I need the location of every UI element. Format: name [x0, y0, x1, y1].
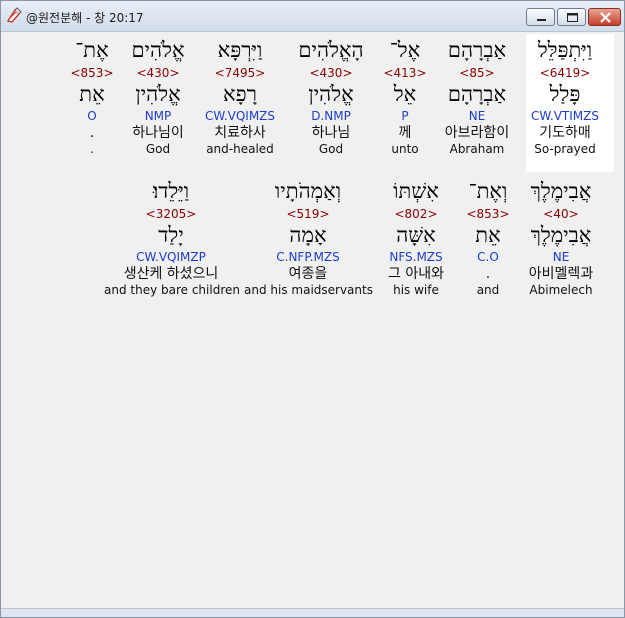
english-gloss: and they bare children: [104, 283, 240, 297]
korean-gloss: .: [485, 266, 491, 282]
morphology: P: [401, 109, 409, 123]
english-gloss: his wife: [393, 283, 439, 297]
hebrew-word: וַיֵּלֵדוּ׃: [152, 179, 190, 203]
english-gloss: and his maidservants: [244, 283, 373, 297]
hebrew-word: אַבְרָהָם: [447, 38, 507, 62]
strong-number[interactable]: <802>: [376, 206, 456, 222]
korean-gloss: 아브라함이: [444, 125, 510, 141]
word-column[interactable]: אֶל־ <413> אֵל P 께 unto: [380, 38, 430, 157]
lemma: אֵת: [79, 82, 105, 106]
word-column[interactable]: אִשְׁתּוֹ <802> אִשָּׁה NFS.MZS 그 아내와 hi…: [376, 179, 456, 298]
lemma: פָּלַל: [549, 82, 581, 106]
close-icon: [600, 12, 611, 23]
word-column[interactable]: וְאַמְהֹתָיו <519> אָמָה C.NFP.MZS 여종을 a…: [244, 179, 373, 298]
morphology: CW.VQIMZS: [204, 109, 276, 123]
lemma: אֵל: [393, 82, 417, 106]
morphology: NE: [552, 250, 570, 264]
english-gloss: unto: [391, 142, 419, 156]
strong-number[interactable]: <3205>: [104, 206, 238, 222]
korean-gloss: 께: [398, 125, 412, 141]
lemma: אֱלֹהִין: [308, 82, 354, 106]
close-button[interactable]: [588, 8, 621, 26]
window-title: @원전분해 - 창 20:17: [26, 11, 144, 25]
hebrew-word: וְאַמְהֹתָיו: [274, 179, 342, 203]
maximize-icon: [567, 13, 578, 22]
hebrew-word: אִשְׁתּוֹ: [393, 179, 439, 203]
english-gloss: God: [318, 142, 344, 156]
korean-gloss: 아비멜렉과: [528, 266, 594, 282]
word-column[interactable]: וְאֶת־ <853> אֵת C.O . and: [460, 179, 516, 298]
status-bar: [1, 608, 624, 617]
main-window: @원전분해 - 창 20:17 וַיִּתְפַּלֵּל <6419> פָ…: [0, 0, 625, 618]
strong-number[interactable]: <7495>: [198, 65, 282, 81]
lemma: אֵת: [475, 223, 501, 247]
hebrew-word: אֶת־: [75, 38, 109, 62]
korean-gloss: 기도하매: [539, 125, 591, 141]
morphology: O: [87, 109, 97, 123]
korean-gloss: .: [89, 125, 95, 141]
hebrew-word: אֶל־: [389, 38, 421, 62]
hebrew-word: אֱלֹהִים: [131, 38, 185, 62]
lemma: אִשָּׁה: [396, 223, 436, 247]
strong-number[interactable]: <519>: [244, 206, 372, 222]
english-gloss: So-prayed: [534, 142, 596, 156]
hebrew-word: הָאֱלֹהִים: [298, 38, 364, 62]
word-column[interactable]: אֲבִימֶלֶךְ <40> אֲבִימֶלֶךְ NE 아비멜렉과 Ab…: [518, 179, 604, 298]
korean-gloss: 그 아내와: [388, 266, 444, 282]
word-column[interactable]: אֱלֹהִים <430> אֱלֹהִין NMP 하나님이 God: [120, 38, 196, 157]
word-column[interactable]: הָאֱלֹהִים <430> אֱלֹהִין D.NMP 하나님 God: [284, 38, 378, 157]
strong-number[interactable]: <40>: [518, 206, 604, 222]
korean-gloss: 생산케 하셨으니: [123, 266, 219, 282]
english-gloss: .: [90, 142, 94, 156]
lemma: יָלַד: [158, 223, 184, 247]
english-gloss: and: [476, 283, 500, 297]
word-column[interactable]: וַיֵּלֵדוּ׃ <3205> יָלַד CW.VQIMZP 생산케 하…: [104, 179, 240, 298]
minimize-icon: [537, 19, 546, 21]
app-icon: [6, 7, 22, 23]
word-column[interactable]: אֶת־ <853> אֵת O . .: [66, 38, 118, 157]
hebrew-word: וַיִּתְפַּלֵּל: [537, 38, 593, 62]
morphology: C.NFP.MZS: [276, 250, 340, 264]
lemma: אֱלֹהִין: [135, 82, 181, 106]
hebrew-word: וְאֶת־: [468, 179, 508, 203]
lemma: רָפָא: [223, 82, 257, 106]
morphology: D.NMP: [311, 109, 351, 123]
hebrew-word: וַיִּרְפָּא: [217, 38, 263, 62]
korean-gloss: 여종을: [288, 266, 328, 282]
word-column[interactable]: אַבְרָהָם <85> אַבְרָהָם NE 아브라함이 Abraha…: [434, 38, 520, 157]
strong-number[interactable]: <853>: [460, 206, 516, 222]
strong-number[interactable]: <85>: [434, 65, 520, 81]
english-gloss: God: [145, 142, 171, 156]
korean-gloss: 하나님: [311, 125, 351, 141]
title-bar[interactable]: @원전분해 - 창 20:17: [1, 1, 624, 32]
strong-number[interactable]: <6419>: [522, 65, 608, 81]
morphology: CW.VQIMZP: [136, 250, 206, 264]
morphology: CW.VTIMZS: [531, 109, 599, 123]
english-gloss: and-healed: [206, 142, 274, 156]
english-gloss: Abimelech: [529, 283, 593, 297]
hebrew-word: אֲבִימֶלֶךְ: [530, 179, 592, 203]
strong-number[interactable]: <413>: [380, 65, 430, 81]
english-gloss: Abraham: [449, 142, 505, 156]
strong-number[interactable]: <430>: [120, 65, 196, 81]
strong-number[interactable]: <853>: [66, 65, 118, 81]
word-column[interactable]: וַיִּרְפָּא <7495> רָפָא CW.VQIMZS 치료하사 …: [198, 38, 282, 157]
morphology: NE: [468, 109, 486, 123]
morphology: NFS.MZS: [389, 250, 443, 264]
lemma: אָמָה: [289, 223, 327, 247]
morphology: C.O: [477, 250, 499, 264]
interlinear-view: וַיִּתְפַּלֵּל <6419> פָּלַל CW.VTIMZS 기…: [6, 32, 618, 610]
lemma: אַבְרָהָם: [447, 82, 507, 106]
korean-gloss: 하나님이: [132, 125, 184, 141]
minimize-button[interactable]: [526, 8, 555, 26]
morphology: NMP: [144, 109, 172, 123]
korean-gloss: 치료하사: [214, 125, 266, 141]
word-column[interactable]: וַיִּתְפַּלֵּל <6419> פָּלַל CW.VTIMZS 기…: [522, 38, 608, 157]
lemma: אֲבִימֶלֶךְ: [530, 223, 592, 247]
strong-number[interactable]: <430>: [284, 65, 378, 81]
maximize-button[interactable]: [557, 8, 586, 26]
